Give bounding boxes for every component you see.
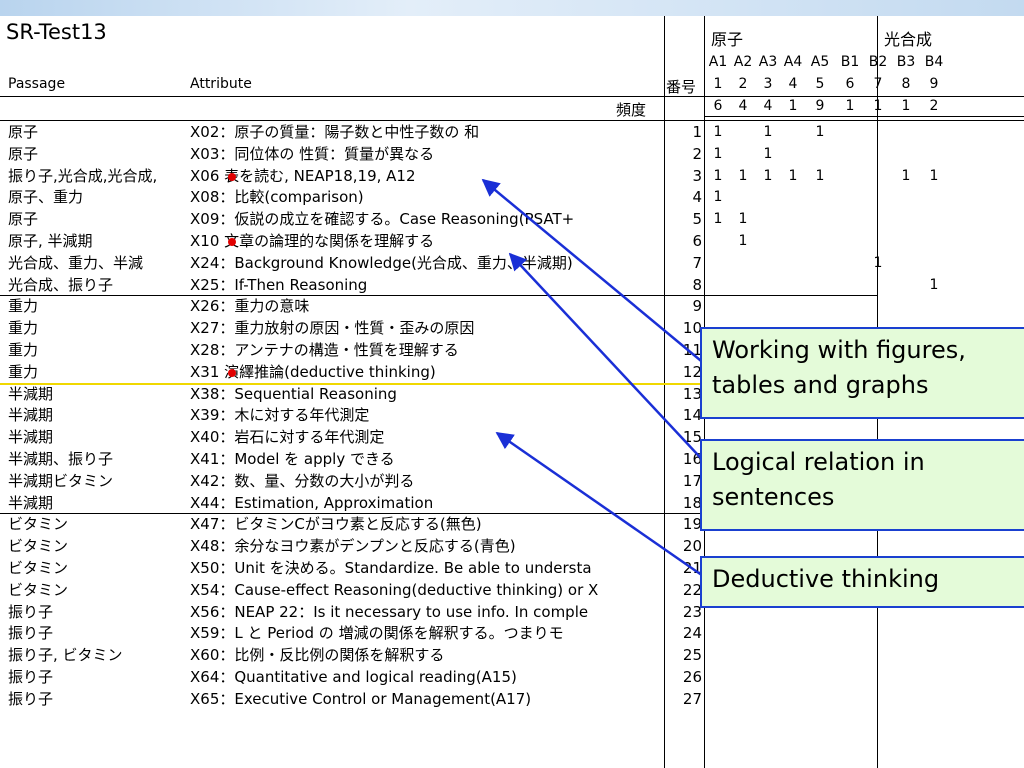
callout-deductive: Deductive thinking bbox=[700, 556, 1024, 608]
callout-figures: Working with figures, tables and graphs bbox=[700, 327, 1024, 419]
callout-logical-relation: Logical relation in sentences bbox=[700, 439, 1024, 531]
arrow-deductive bbox=[495, 431, 707, 580]
arrow-figures bbox=[481, 178, 707, 366]
